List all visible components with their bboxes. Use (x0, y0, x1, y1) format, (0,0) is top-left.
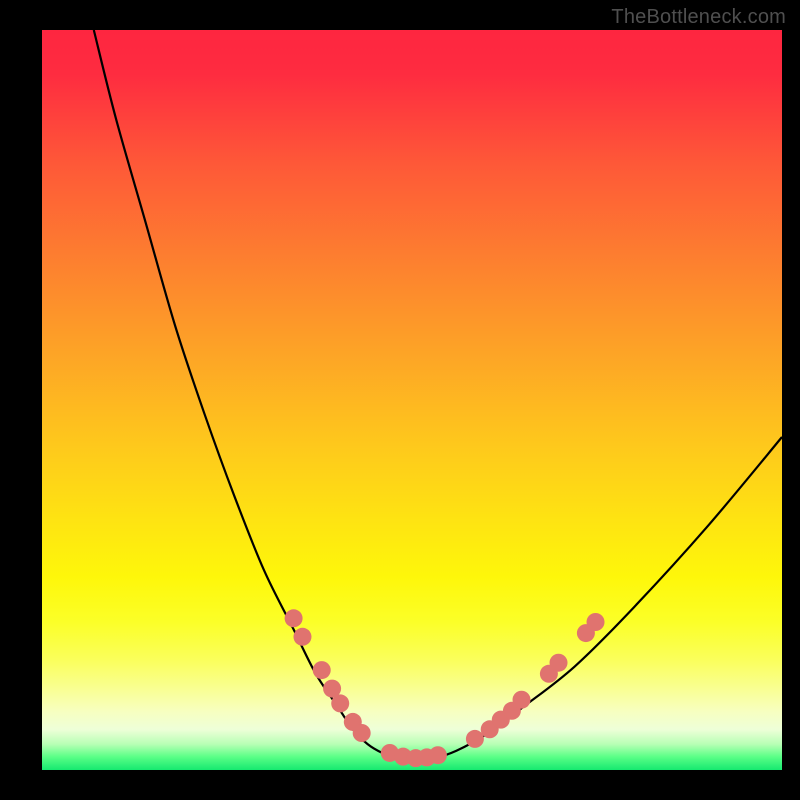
data-point-marker (331, 694, 349, 712)
data-point-marker (313, 661, 331, 679)
data-point-marker (466, 730, 484, 748)
data-point-marker (285, 609, 303, 627)
plot-area (42, 30, 782, 770)
watermark-text: TheBottleneck.com (611, 6, 786, 29)
data-point-marker (550, 654, 568, 672)
data-point-marker (513, 691, 531, 709)
data-point-marker (293, 628, 311, 646)
data-point-marker (587, 613, 605, 631)
chart-svg (42, 30, 782, 770)
data-point-marker (429, 746, 447, 764)
chart-frame: TheBottleneck.com (0, 0, 800, 800)
bottleneck-curve (94, 30, 782, 760)
data-point-marker (353, 724, 371, 742)
